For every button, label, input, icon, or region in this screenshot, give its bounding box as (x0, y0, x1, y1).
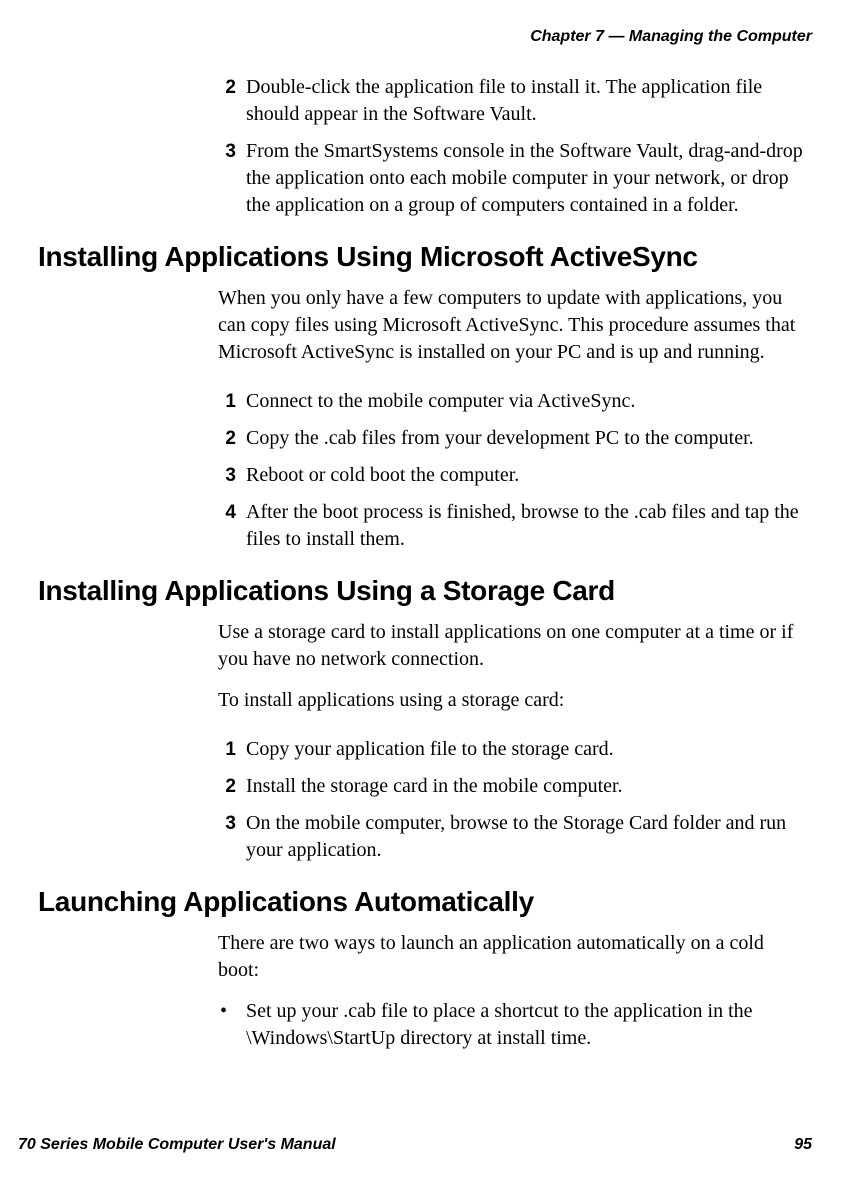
step-number: 1 (218, 736, 246, 763)
step-item: 2 Install the storage card in the mobile… (218, 773, 808, 800)
step-text: On the mobile computer, browse to the St… (246, 810, 808, 864)
chapter-header: Chapter 7 — Managing the Computer (38, 28, 812, 46)
step-text: After the boot process is finished, brow… (246, 499, 808, 553)
step-text: Connect to the mobile computer via Activ… (246, 388, 808, 415)
bullet-dot-icon: • (218, 998, 246, 1052)
step-text: Copy your application file to the storag… (246, 736, 808, 763)
section-heading-activesync: Installing Applications Using Microsoft … (38, 241, 812, 273)
step-item: 2 Double-click the application file to i… (218, 74, 808, 128)
step-number: 1 (218, 388, 246, 415)
section-heading-storage-card: Installing Applications Using a Storage … (38, 575, 812, 607)
step-number: 3 (218, 138, 246, 219)
step-item: 1 Copy your application file to the stor… (218, 736, 808, 763)
page-footer: 70 Series Mobile Computer User's Manual … (18, 1136, 812, 1154)
step-number: 3 (218, 810, 246, 864)
step-item: 4 After the boot process is finished, br… (218, 499, 808, 553)
bullet-item: • Set up your .cab file to place a short… (218, 998, 808, 1052)
step-item: 1 Connect to the mobile computer via Act… (218, 388, 808, 415)
step-number: 2 (218, 425, 246, 452)
step-number: 2 (218, 74, 246, 128)
step-number: 3 (218, 462, 246, 489)
footer-page-number: 95 (794, 1136, 812, 1154)
step-text: Double-click the application file to ins… (246, 74, 808, 128)
step-number: 4 (218, 499, 246, 553)
footer-manual-title: 70 Series Mobile Computer User's Manual (18, 1136, 336, 1154)
step-number: 2 (218, 773, 246, 800)
step-text: From the SmartSystems console in the Sof… (246, 138, 808, 219)
step-item: 3 Reboot or cold boot the computer. (218, 462, 808, 489)
step-item: 2 Copy the .cab files from your developm… (218, 425, 808, 452)
step-text: Install the storage card in the mobile c… (246, 773, 808, 800)
section-paragraph: When you only have a few computers to up… (218, 285, 808, 366)
step-item: 3 From the SmartSystems console in the S… (218, 138, 808, 219)
section-heading-launching: Launching Applications Automatically (38, 886, 812, 918)
step-text: Copy the .cab files from your developmen… (246, 425, 808, 452)
step-item: 3 On the mobile computer, browse to the … (218, 810, 808, 864)
step-text: Reboot or cold boot the computer. (246, 462, 808, 489)
bullet-text: Set up your .cab file to place a shortcu… (246, 998, 808, 1052)
section-paragraph: There are two ways to launch an applicat… (218, 930, 808, 984)
section-paragraph: Use a storage card to install applicatio… (218, 619, 808, 673)
section-paragraph: To install applications using a storage … (218, 687, 808, 714)
